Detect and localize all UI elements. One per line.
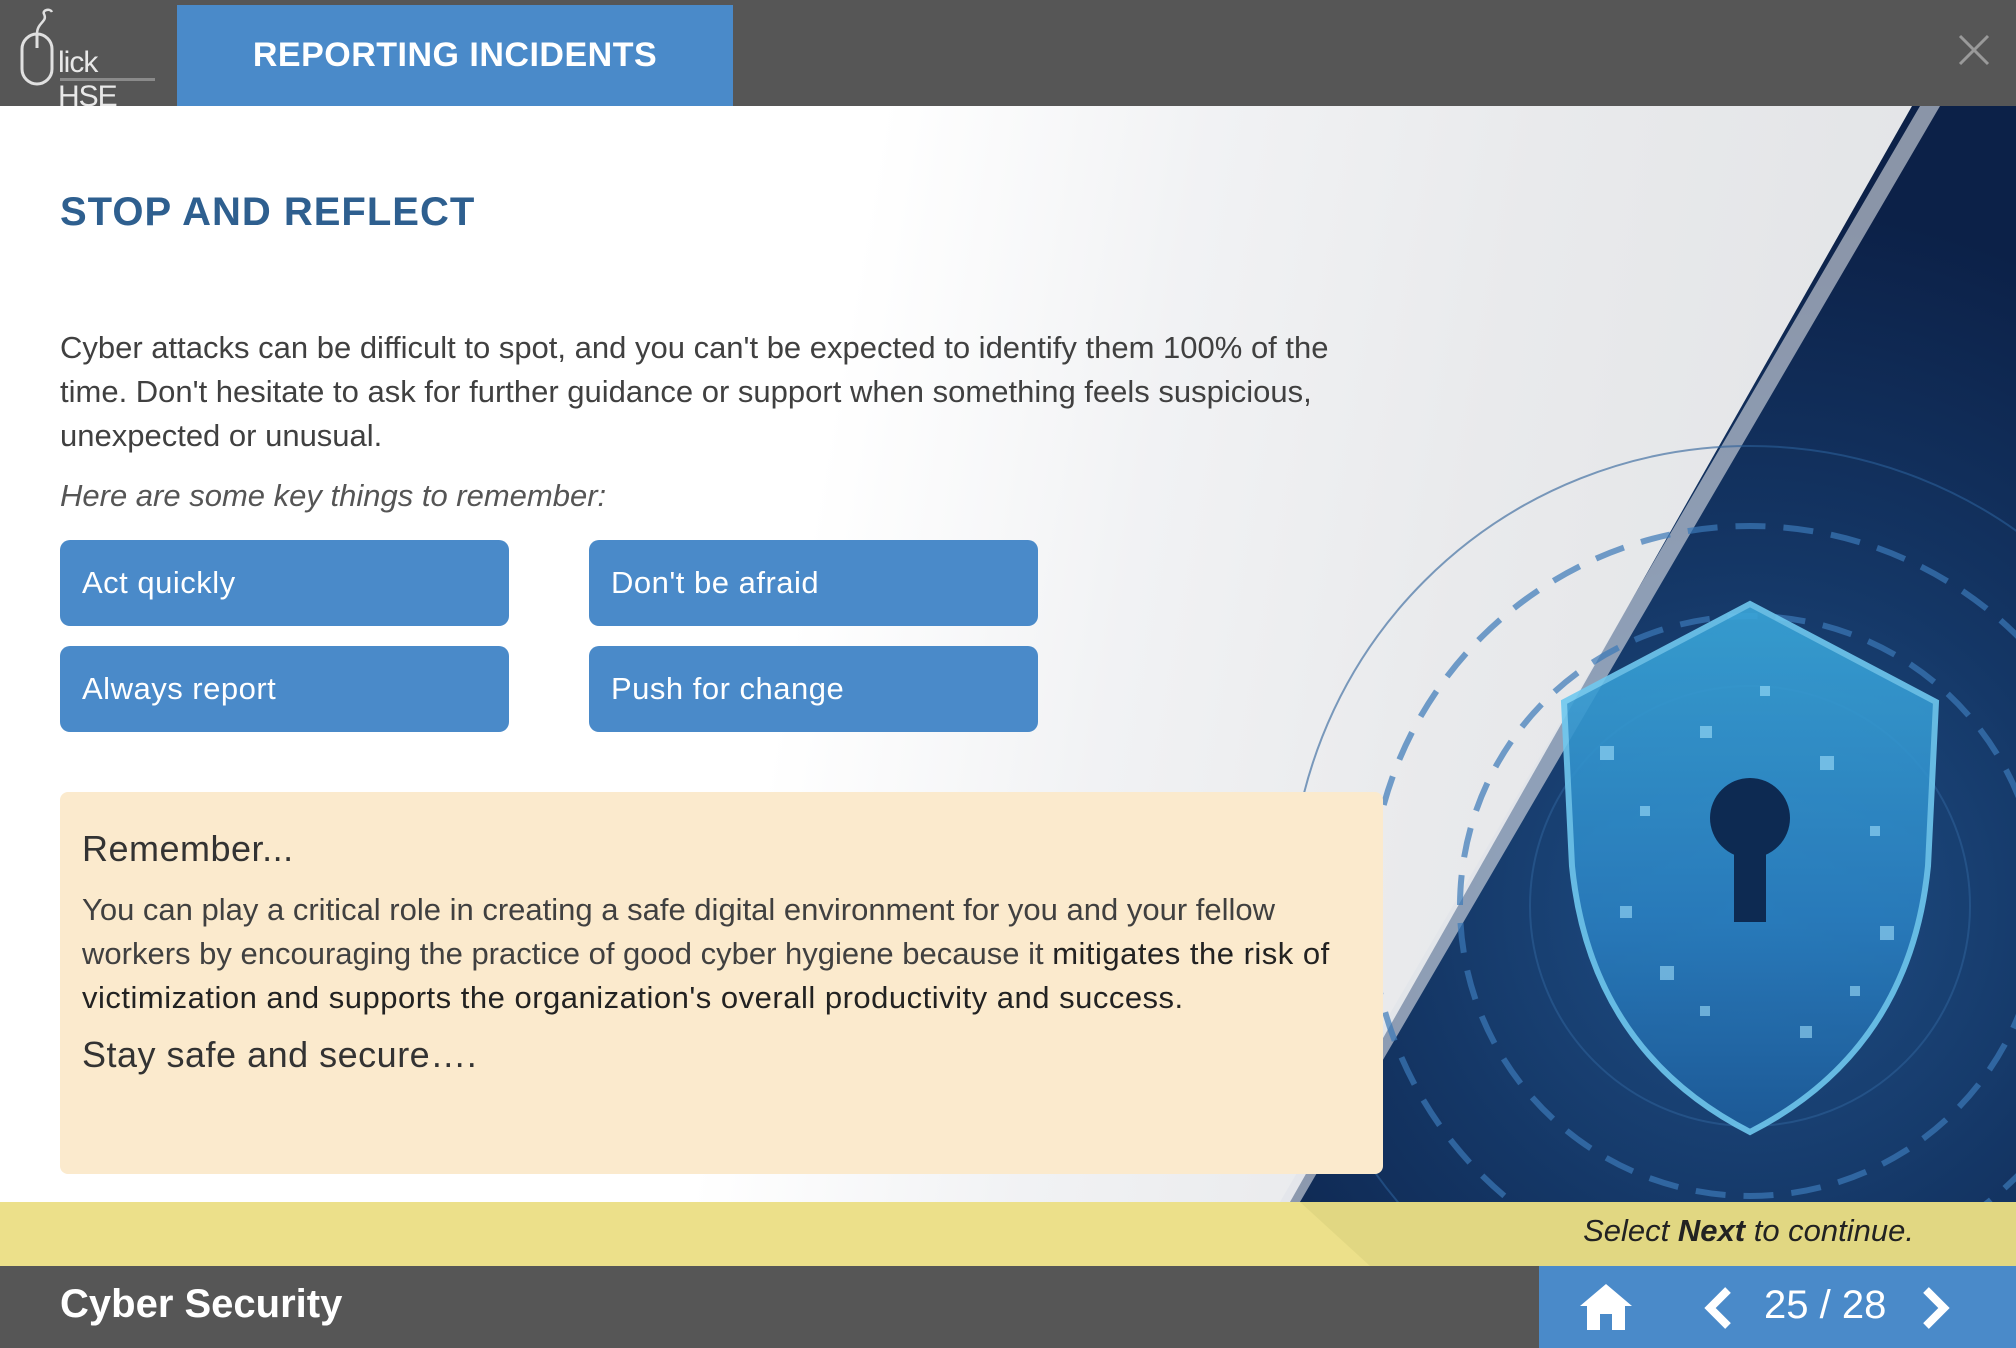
chevron-right-icon (1923, 1287, 1950, 1329)
top-bar: lick HSE REPORTING INCIDENTS (0, 0, 2016, 113)
next-hint: Select Next to continue. (1583, 1213, 1914, 1249)
remember-title: Remember... (82, 828, 294, 869)
next-button[interactable] (1918, 1286, 1954, 1330)
button-label: Act quickly (82, 565, 236, 600)
button-label: Always report (82, 671, 277, 706)
close-icon (1958, 34, 1990, 66)
tab-reporting-incidents[interactable]: REPORTING INCIDENTS (177, 5, 733, 106)
key-things-intro: Here are some key things to remember: (60, 478, 607, 513)
act-quickly-button[interactable]: Act quickly (60, 540, 509, 626)
logo-tagline (60, 78, 155, 81)
remember-body: You can play a critical role in creating… (82, 888, 1361, 1020)
dont-be-afraid-button[interactable]: Don't be afraid (589, 540, 1038, 626)
always-report-button[interactable]: Always report (60, 646, 509, 732)
tab-title: REPORTING INCIDENTS (252, 36, 658, 74)
slide-content: STOP AND REFLECT Cyber attacks can be di… (0, 106, 2016, 1202)
chevron-left-icon (1704, 1287, 1731, 1329)
previous-button[interactable] (1700, 1286, 1736, 1330)
button-label: Don't be afraid (611, 565, 820, 600)
page-title: STOP AND REFLECT (60, 190, 476, 234)
hint-next: Next (1677, 1213, 1746, 1248)
hint-prefix: Select (1583, 1213, 1678, 1248)
button-label: Push for change (611, 671, 845, 706)
hint-suffix: to continue. (1745, 1213, 1914, 1248)
intro-paragraph: Cyber attacks can be difficult to spot, … (60, 330, 1329, 453)
clickhse-logo: lick HSE (20, 8, 160, 113)
page-indicator: 25 / 28 (1764, 1283, 1887, 1327)
close-button[interactable] (1954, 30, 1994, 70)
home-button[interactable] (1578, 1280, 1634, 1332)
remember-callout: Remember... You can play a critical role… (60, 792, 1383, 1174)
remember-closing: Stay safe and secure…. (82, 1034, 478, 1075)
course-title: Cyber Security (60, 1282, 343, 1326)
home-icon (1580, 1284, 1632, 1330)
push-for-change-button[interactable]: Push for change (589, 646, 1038, 732)
